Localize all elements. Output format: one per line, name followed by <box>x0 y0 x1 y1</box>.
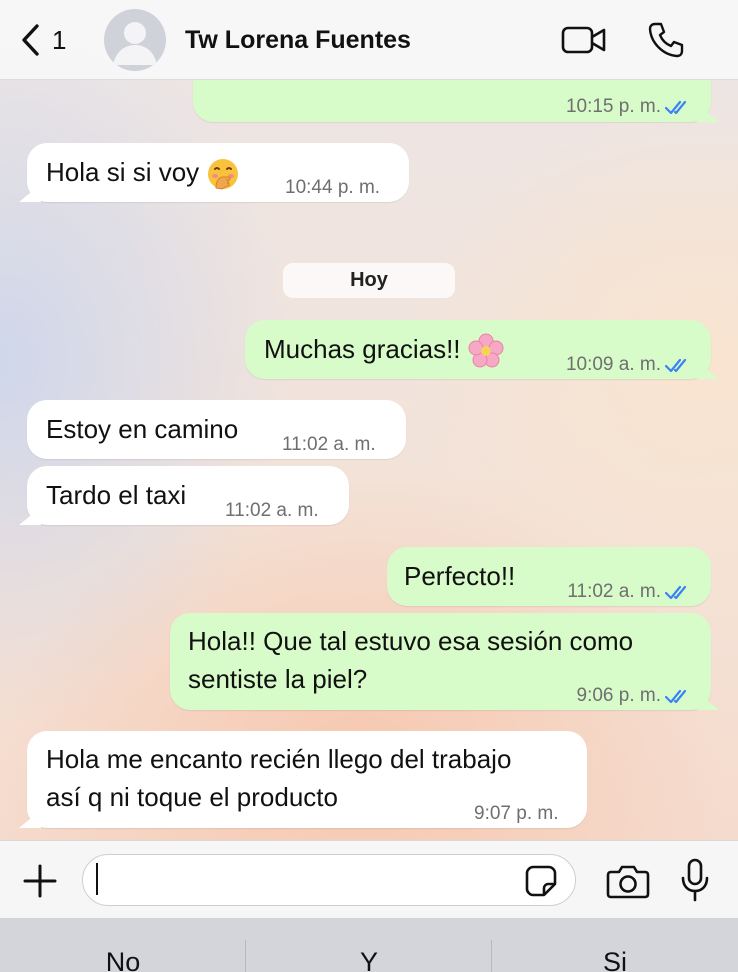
message-bubble-outgoing[interactable]: Muchas gracias!! 10:09 a. m. <box>245 320 719 379</box>
message-bubble-incoming[interactable]: Hola me encanto recién llego del trabajo… <box>19 731 587 828</box>
avatar[interactable] <box>104 9 166 71</box>
message-time: 11:02 a. m. <box>225 500 319 521</box>
phone-icon <box>648 22 684 58</box>
back-button[interactable]: 1 <box>18 22 66 58</box>
suggestion-item[interactable]: Y <box>246 918 492 972</box>
voice-call-button[interactable] <box>647 21 685 59</box>
message-text: Hola si si voy <box>46 157 200 187</box>
message-bubble-incoming[interactable]: Hola si si voy 10:44 p. m. <box>19 143 409 202</box>
message-time: 9:06 p. m. <box>576 685 662 706</box>
day-separator: Hoy <box>283 263 455 298</box>
text-caret <box>96 863 98 895</box>
message-time: 10:15 p. m. <box>565 96 661 117</box>
cherry-blossom-emoji <box>468 333 504 368</box>
message-text: Estoy en camino <box>46 414 239 444</box>
message-text: Tardo el taxi <box>46 480 187 510</box>
message-composer <box>0 840 738 918</box>
message-bubble-outgoing[interactable]: Perfecto!! 11:02 a. m. <box>387 547 711 606</box>
message-text-line: sentiste la piel? <box>188 664 368 694</box>
sticker-button[interactable] <box>524 864 558 898</box>
suggestion-item[interactable]: No <box>0 918 246 972</box>
double-check-icon <box>665 100 687 115</box>
chevron-left-icon <box>22 24 39 56</box>
message-time: 10:44 p. m. <box>285 177 381 198</box>
chat-header: 1 Tw Lorena Fuentes <box>0 0 738 80</box>
message-time: 11:02 a. m. <box>567 581 661 602</box>
double-check-icon <box>665 358 687 373</box>
message-text: Muchas gracias!! <box>264 334 461 364</box>
camera-icon <box>606 865 650 899</box>
sticker-icon <box>525 865 557 897</box>
camera-button[interactable] <box>606 863 650 899</box>
message-input[interactable] <box>82 854 576 906</box>
double-check-icon <box>665 585 687 600</box>
message-text-line: así q ni toque el producto <box>46 782 338 812</box>
unread-count: 1 <box>52 24 67 55</box>
double-check-icon <box>665 689 687 704</box>
keyboard-suggestion-bar: No Y Si <box>0 918 738 972</box>
attach-button[interactable] <box>22 863 58 899</box>
message-time: 9:07 p. m. <box>474 803 559 824</box>
video-call-icon <box>561 26 606 54</box>
message-bubble-outgoing[interactable]: Hola!! Que tal estuvo esa sesión como se… <box>170 613 719 710</box>
plus-icon <box>23 864 57 898</box>
contact-name[interactable]: Tw Lorena Fuentes <box>185 26 411 55</box>
message-text-line: Hola me encanto recién llego del trabajo <box>46 744 512 774</box>
message-time: 10:09 a. m. <box>565 354 661 375</box>
microphone-icon <box>681 858 709 902</box>
message-bubble-incoming[interactable]: Estoy en camino 11:02 a. m. <box>27 400 406 459</box>
suggestion-item[interactable]: Si <box>492 918 738 972</box>
face-with-hand-over-mouth-emoji <box>208 159 239 190</box>
message-bubble-incoming[interactable]: Tardo el taxi 11:02 a. m. <box>19 466 349 525</box>
message-time: 11:02 a. m. <box>282 434 376 455</box>
message-text-line: Hola!! Que tal estuvo esa sesión como <box>188 626 634 656</box>
avatar-placeholder-icon <box>113 22 157 65</box>
video-call-button[interactable] <box>561 23 607 57</box>
microphone-button[interactable] <box>680 858 710 902</box>
message-text: Perfecto!! <box>404 561 516 591</box>
